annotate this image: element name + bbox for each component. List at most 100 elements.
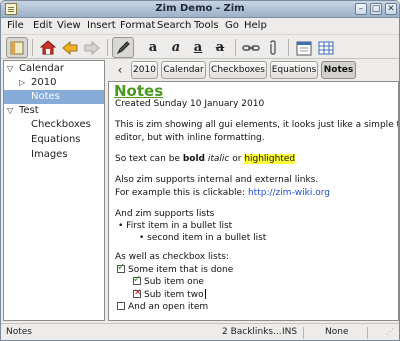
tree-item-label: Equations bbox=[31, 134, 81, 145]
tree-item-calendar[interactable]: ▽ Calendar bbox=[4, 62, 104, 76]
menu-insert[interactable]: Insert bbox=[87, 20, 116, 31]
side-pane-icon bbox=[10, 41, 24, 54]
external-link[interactable]: http://zim-wiki.org bbox=[248, 188, 330, 198]
title-bar[interactable]: Zim Demo - Zim – □ ✕ bbox=[1, 1, 399, 18]
underline-button[interactable]: a bbox=[187, 37, 209, 58]
checkbox-checked-icon[interactable] bbox=[117, 262, 125, 273]
home-button[interactable] bbox=[37, 37, 59, 58]
pencil-icon bbox=[116, 41, 130, 55]
tree-item-test[interactable]: ▽ Test bbox=[4, 104, 104, 118]
expander-open-icon[interactable]: ▽ bbox=[7, 62, 13, 76]
intro-line-1: This is zim showing all gui elements, it… bbox=[115, 120, 399, 130]
path-bar: ‹ 2010 Calendar Checkboxes Equations Not… bbox=[109, 60, 399, 80]
text-cursor bbox=[204, 289, 206, 299]
created-line: Created Sunday 10 January 2010 bbox=[115, 99, 265, 109]
path-button-equations[interactable]: Equations bbox=[270, 61, 318, 79]
status-page-name: Notes bbox=[6, 327, 32, 337]
maximize-button[interactable]: □ bbox=[370, 3, 382, 15]
tree-item-equations[interactable]: Equations bbox=[4, 133, 104, 147]
expander-closed-icon[interactable]: ▷ bbox=[19, 76, 25, 90]
table-icon bbox=[318, 41, 334, 54]
status-bar: Notes 2 Backlinks... INS None ⋰ bbox=[1, 323, 399, 340]
bold-icon: a bbox=[148, 40, 158, 55]
page-editor[interactable]: Notes Created Sunday 10 January 2010 Thi… bbox=[108, 81, 399, 321]
strikethrough-button[interactable]: a bbox=[209, 37, 231, 58]
checkbox-label: Sub item one bbox=[144, 277, 204, 287]
bold-button[interactable]: a bbox=[142, 37, 164, 58]
home-icon bbox=[40, 40, 56, 55]
tree-item-label: 2010 bbox=[31, 77, 57, 88]
menu-edit[interactable]: Edit bbox=[33, 20, 52, 31]
minimize-button[interactable]: – bbox=[355, 3, 367, 15]
strikethrough-icon: a bbox=[215, 40, 225, 55]
insert-link-button[interactable] bbox=[240, 37, 262, 58]
tree-item-label: Test bbox=[19, 105, 39, 116]
path-button-notes[interactable]: Notes bbox=[321, 61, 356, 79]
intro-line-2: editor, but with inline formatting. bbox=[115, 133, 265, 143]
links-line-1: Also zim supports internal and external … bbox=[115, 175, 319, 185]
path-button-2010[interactable]: 2010 bbox=[131, 61, 158, 79]
tree-item-label: Checkboxes bbox=[31, 119, 91, 130]
tree-item-label: Calendar bbox=[19, 63, 64, 74]
bold-text: bold bbox=[182, 154, 205, 164]
menu-go[interactable]: Go bbox=[225, 20, 239, 31]
paperclip-icon bbox=[270, 39, 276, 55]
resize-grip-icon[interactable]: ⋰ bbox=[386, 327, 394, 336]
links-text: For example this is clickable: bbox=[115, 188, 248, 198]
toolbar: a a a a bbox=[1, 34, 399, 59]
insert-mode-indicator: INS bbox=[282, 327, 298, 337]
italic-text: italic bbox=[207, 154, 230, 164]
toggle-side-pane-button[interactable] bbox=[6, 37, 28, 58]
backlinks-button[interactable]: 2 Backlinks... bbox=[222, 327, 282, 337]
formatting-text: So text can be bbox=[115, 154, 183, 164]
menu-bar: File Edit View Insert Format Search Tool… bbox=[1, 18, 399, 34]
menu-file[interactable]: File bbox=[7, 20, 24, 31]
style-indicator: None bbox=[325, 327, 349, 337]
highlighted-text: highlighted bbox=[244, 154, 296, 164]
formatting-line: So text can be bold italic or highlighte… bbox=[115, 154, 296, 164]
bullet-item: • second item in a bullet list bbox=[139, 233, 267, 243]
menu-format[interactable]: Format bbox=[120, 20, 155, 31]
link-icon bbox=[242, 44, 260, 51]
tree-item-label: Images bbox=[31, 149, 68, 160]
italic-icon: a bbox=[171, 40, 181, 55]
checkbox-item: And an open item bbox=[117, 302, 208, 312]
checkbox-label: And an open item bbox=[128, 302, 209, 312]
tree-item-2010[interactable]: ▷ 2010 bbox=[4, 76, 104, 90]
checkbox-item: Sub item one bbox=[133, 274, 204, 287]
back-button[interactable] bbox=[59, 37, 81, 58]
insert-table-button[interactable] bbox=[315, 37, 337, 58]
insert-date-button[interactable] bbox=[293, 37, 315, 58]
path-button-calendar[interactable]: Calendar bbox=[161, 61, 206, 79]
tree-item-checkboxes[interactable]: Checkboxes bbox=[4, 118, 104, 132]
checkbox-item: Sub item two bbox=[133, 288, 206, 300]
close-button[interactable]: ✕ bbox=[385, 3, 397, 15]
bullet-item: • First item in a bullet list bbox=[118, 221, 233, 231]
path-button-checkboxes[interactable]: Checkboxes bbox=[209, 61, 267, 79]
forward-button[interactable] bbox=[81, 37, 103, 58]
path-scroll-left-button[interactable]: ‹ bbox=[111, 61, 129, 79]
page-index-tree[interactable]: ▽ Calendar ▷ 2010 Notes ▽ Test Checkboxe… bbox=[3, 60, 105, 321]
tree-item-label: Notes bbox=[31, 91, 60, 102]
lists-heading: And zim supports lists bbox=[115, 209, 215, 219]
italic-button[interactable]: a bbox=[165, 37, 187, 58]
menu-search[interactable]: Search bbox=[157, 20, 191, 31]
checkbox-checked-icon[interactable] bbox=[133, 274, 141, 285]
menu-view[interactable]: View bbox=[57, 20, 81, 31]
links-line-2: For example this is clickable: http://zi… bbox=[115, 188, 330, 198]
page-heading: Notes bbox=[114, 82, 164, 100]
tree-item-notes[interactable]: Notes bbox=[4, 90, 104, 104]
expander-open-icon[interactable]: ▽ bbox=[7, 104, 13, 118]
app-window: Zim Demo - Zim – □ ✕ File Edit View Inse… bbox=[0, 0, 400, 341]
menu-help[interactable]: Help bbox=[244, 20, 267, 31]
or-text: or bbox=[229, 154, 245, 164]
checkbox-unchecked-icon[interactable] bbox=[117, 302, 125, 310]
tree-item-images[interactable]: Images bbox=[4, 148, 104, 162]
checkbox-crossed-icon[interactable] bbox=[133, 288, 142, 298]
edit-mode-button[interactable] bbox=[112, 37, 134, 58]
arrow-right-icon bbox=[84, 40, 100, 55]
menu-tools[interactable]: Tools bbox=[194, 20, 219, 31]
checkbox-label: Sub item two bbox=[144, 290, 204, 300]
calendar-icon bbox=[296, 41, 312, 55]
attach-file-button[interactable] bbox=[262, 37, 284, 58]
